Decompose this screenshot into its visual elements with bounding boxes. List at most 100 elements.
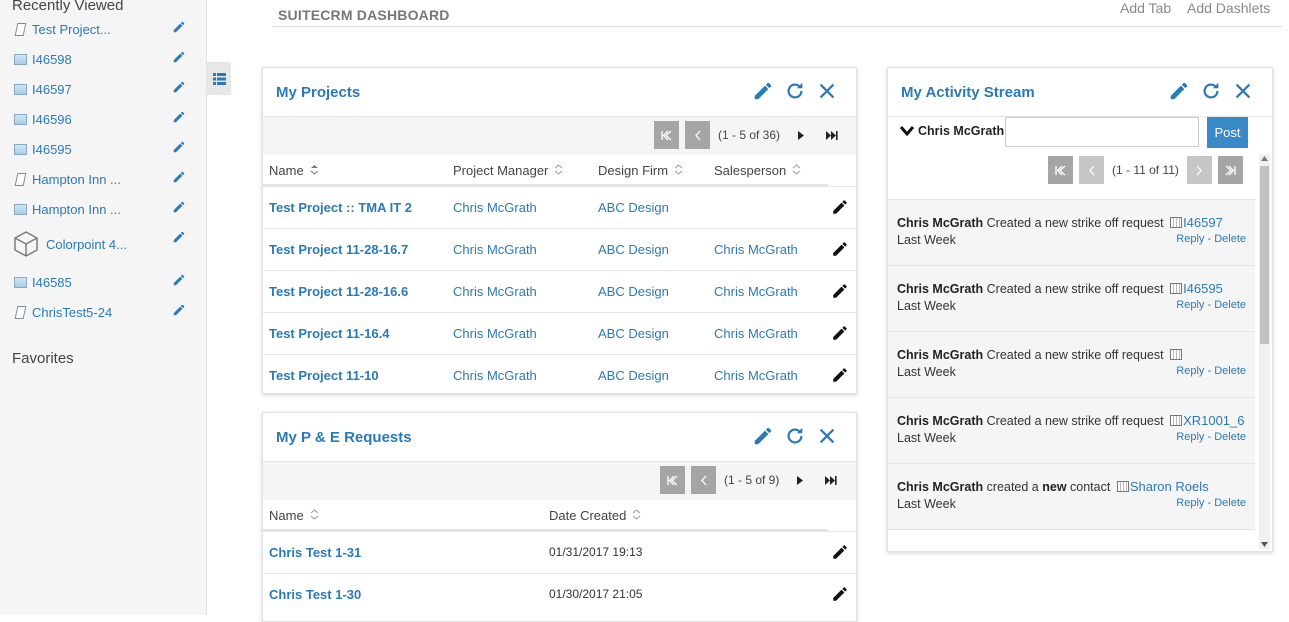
pencil-icon[interactable] — [172, 170, 186, 187]
manager-link[interactable]: Chris McGrath — [453, 326, 537, 341]
recent-item[interactable]: I46585 — [12, 271, 192, 293]
dashlet-title[interactable]: My Activity Stream — [901, 84, 1035, 101]
edit-icon[interactable] — [831, 324, 849, 345]
edit-icon[interactable] — [831, 240, 849, 261]
recent-item[interactable]: Colorpoint 4... — [12, 228, 192, 260]
refresh-icon[interactable] — [784, 425, 806, 447]
design-firm-link[interactable]: ABC Design — [598, 242, 669, 257]
record-link[interactable]: XR1001_6 — [1183, 413, 1244, 428]
recent-item-label[interactable]: Colorpoint 4... — [46, 237, 127, 252]
column-header-project-manager[interactable]: Project Manager — [453, 163, 563, 178]
close-icon[interactable] — [816, 425, 838, 447]
delete-link[interactable]: Delete — [1214, 497, 1246, 509]
sort-icon[interactable] — [310, 163, 319, 178]
column-header-salesperson[interactable]: Salesperson — [714, 163, 801, 178]
salesperson-link[interactable]: Chris McGrath — [714, 284, 798, 299]
recent-item-label[interactable]: I46585 — [32, 275, 72, 290]
first-page-button[interactable] — [1048, 156, 1073, 184]
previous-page-button[interactable] — [1079, 156, 1104, 184]
recent-item-label[interactable]: Hampton Inn ... — [32, 172, 121, 187]
sidebar-toggle-button[interactable] — [207, 62, 231, 95]
edit-icon[interactable] — [831, 585, 849, 606]
column-header-design-firm[interactable]: Design Firm — [598, 163, 683, 178]
last-page-button[interactable] — [1217, 156, 1243, 184]
edit-icon[interactable] — [831, 366, 849, 387]
recent-item-label[interactable]: I46598 — [32, 52, 72, 67]
recent-item-label[interactable]: I46596 — [32, 112, 72, 127]
manager-link[interactable]: Chris McGrath — [453, 368, 537, 383]
first-page-button[interactable] — [654, 121, 679, 149]
next-page-button[interactable] — [787, 466, 812, 494]
project-name-link[interactable]: Test Project 11-10 — [269, 368, 379, 383]
actor-name[interactable]: Chris McGrath — [897, 480, 983, 494]
edit-icon[interactable] — [831, 198, 849, 219]
pencil-icon[interactable] — [172, 303, 186, 320]
column-header-name[interactable]: Name — [269, 163, 319, 178]
recent-item[interactable]: I46595 — [12, 138, 192, 160]
dashlet-title[interactable]: My Projects — [276, 84, 360, 101]
recent-item[interactable]: I46598 — [12, 48, 192, 70]
salesperson-link[interactable]: Chris McGrath — [714, 368, 798, 383]
manager-link[interactable]: Chris McGrath — [453, 200, 537, 215]
recent-item[interactable]: Hampton Inn ... — [12, 168, 192, 190]
pencil-icon[interactable] — [172, 80, 186, 97]
sort-icon[interactable] — [632, 508, 641, 523]
first-page-button[interactable] — [660, 466, 685, 494]
user-filter-dropdown[interactable]: Chris McGrath — [899, 124, 1004, 138]
request-name-link[interactable]: Chris Test 1-30 — [269, 587, 361, 602]
scrollbar-thumb[interactable] — [1260, 166, 1269, 344]
salesperson-link[interactable]: Chris McGrath — [714, 326, 798, 341]
delete-link[interactable]: Delete — [1214, 431, 1246, 443]
request-name-link[interactable]: Chris Test 1-31 — [269, 545, 361, 560]
previous-page-button[interactable] — [685, 121, 710, 149]
pencil-icon[interactable] — [172, 110, 186, 127]
recent-item[interactable]: Hampton Inn ... — [12, 198, 192, 220]
post-input[interactable] — [1005, 117, 1199, 147]
design-firm-link[interactable]: ABC Design — [598, 368, 669, 383]
delete-link[interactable]: Delete — [1214, 233, 1246, 245]
pencil-icon[interactable] — [172, 140, 186, 157]
last-page-button[interactable] — [819, 121, 844, 149]
pencil-icon[interactable] — [1168, 80, 1190, 102]
column-header-date-created[interactable]: Date Created — [549, 508, 641, 523]
record-link[interactable]: Sharon Roels — [1130, 479, 1209, 494]
salesperson-link[interactable]: Chris McGrath — [714, 242, 798, 257]
record-link[interactable]: I46597 — [1183, 215, 1223, 230]
project-name-link[interactable]: Test Project :: TMA IT 2 — [269, 200, 412, 215]
pencil-icon[interactable] — [752, 425, 774, 447]
recent-item-label[interactable]: I46597 — [32, 82, 72, 97]
actor-name[interactable]: Chris McGrath — [897, 216, 983, 230]
close-icon[interactable] — [1232, 80, 1254, 102]
refresh-icon[interactable] — [784, 80, 806, 102]
refresh-icon[interactable] — [1200, 80, 1222, 102]
delete-link[interactable]: Delete — [1214, 365, 1246, 377]
post-button[interactable]: Post — [1207, 117, 1248, 148]
pencil-icon[interactable] — [752, 80, 774, 102]
reply-link[interactable]: Reply — [1176, 497, 1204, 509]
record-link[interactable]: I46595 — [1183, 281, 1223, 296]
add-dashlets-link[interactable]: Add Dashlets — [1187, 0, 1270, 16]
design-firm-link[interactable]: ABC Design — [598, 200, 669, 215]
dashlet-title[interactable]: My P & E Requests — [276, 429, 412, 446]
project-name-link[interactable]: Test Project 11-28-16.6 — [269, 284, 408, 299]
last-page-button[interactable] — [818, 466, 843, 494]
delete-link[interactable]: Delete — [1214, 299, 1246, 311]
edit-icon[interactable] — [831, 282, 849, 303]
recent-item[interactable]: Test Project... — [12, 18, 192, 40]
scroll-up-arrow-icon[interactable] — [1261, 156, 1268, 161]
column-header-name[interactable]: Name — [269, 508, 319, 523]
recent-item[interactable]: I46596 — [12, 108, 192, 130]
scroll-down-arrow-icon[interactable] — [1261, 542, 1268, 547]
add-tab-link[interactable]: Add Tab — [1120, 0, 1171, 16]
close-icon[interactable] — [816, 80, 838, 102]
pencil-icon[interactable] — [172, 200, 186, 217]
next-page-button[interactable] — [788, 121, 813, 149]
design-firm-link[interactable]: ABC Design — [598, 326, 669, 341]
edit-icon[interactable] — [831, 543, 849, 564]
project-name-link[interactable]: Test Project 11-28-16.7 — [269, 242, 408, 257]
pencil-icon[interactable] — [172, 20, 186, 37]
activity-scrollbar[interactable] — [1259, 154, 1270, 549]
recent-item[interactable]: I46597 — [12, 78, 192, 100]
previous-page-button[interactable] — [691, 466, 716, 494]
recent-item-label[interactable]: I46595 — [32, 142, 72, 157]
